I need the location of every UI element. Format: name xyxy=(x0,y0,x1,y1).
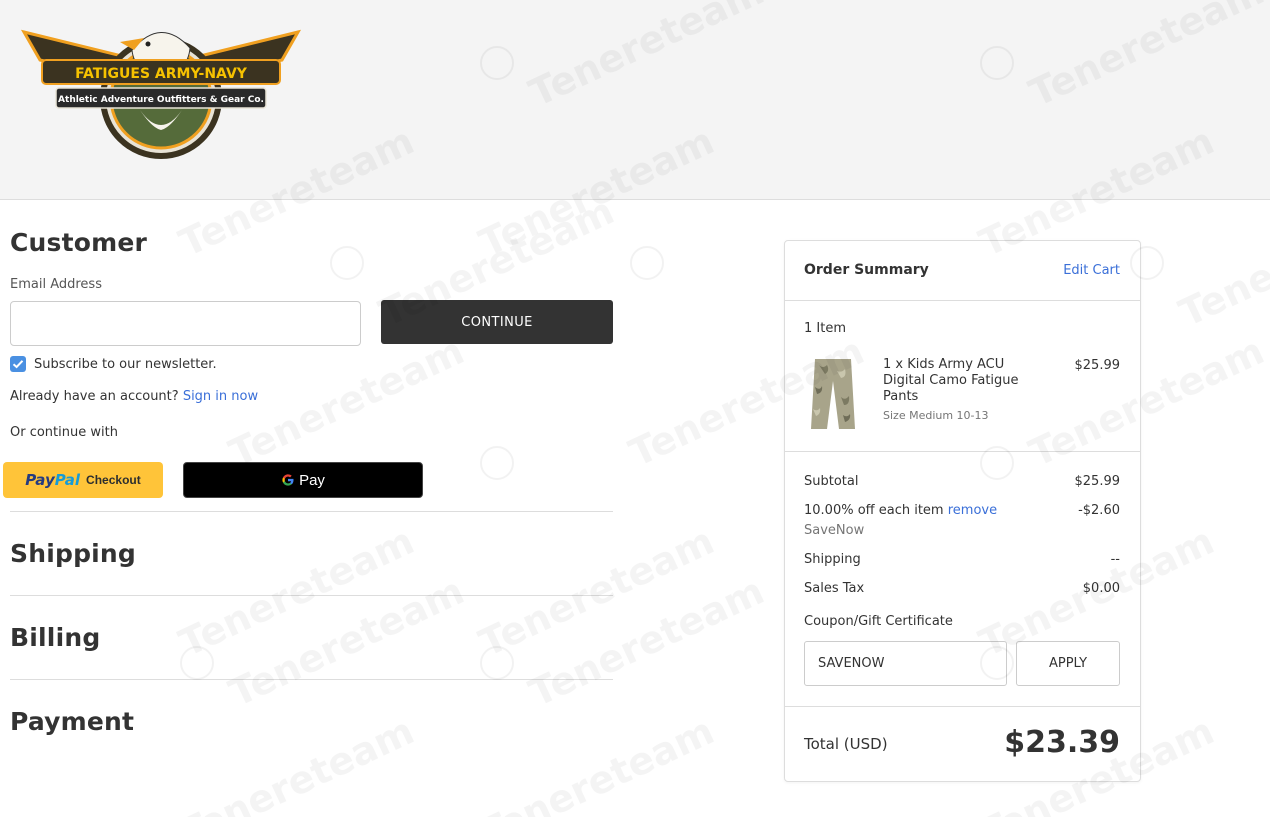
watermark-emblem-icon xyxy=(630,246,664,280)
watermark-text: Tenereteam xyxy=(1173,189,1270,336)
discount-value: -$2.60 xyxy=(1078,503,1120,518)
paypal-logo-icon: PayPal xyxy=(25,471,80,489)
customer-heading: Customer xyxy=(10,228,148,257)
watermark-text: Tenereteam xyxy=(523,569,771,716)
svg-text:FATIGUES ARMY-NAVY: FATIGUES ARMY-NAVY xyxy=(75,66,248,82)
shipping-label: Shipping xyxy=(804,552,861,567)
newsletter-checkbox[interactable] xyxy=(10,356,26,372)
order-summary-title: Order Summary xyxy=(804,262,929,278)
product-name-line: 1 x Kids Army ACU xyxy=(883,357,1005,372)
google-pay-button[interactable]: Pay xyxy=(183,462,423,498)
product-option: Size Medium 10-13 xyxy=(883,409,989,422)
watermark-emblem-icon xyxy=(180,646,214,680)
summary-divider xyxy=(785,706,1140,707)
google-pay-label: Pay xyxy=(299,471,325,489)
continue-button[interactable]: CONTINUE xyxy=(381,300,613,344)
product-name-line: Digital Camo Fatigue xyxy=(883,373,1019,388)
product-price: $25.99 xyxy=(1074,358,1121,373)
watermark-emblem-icon xyxy=(480,646,514,680)
section-divider xyxy=(10,679,613,680)
billing-heading[interactable]: Billing xyxy=(10,623,100,652)
sales-tax-value: $0.00 xyxy=(1082,581,1120,596)
shipping-value: -- xyxy=(1110,552,1120,567)
section-divider xyxy=(10,595,613,596)
summary-divider xyxy=(785,300,1140,301)
account-prompt: Already have an account? Sign in now xyxy=(10,389,258,404)
discount-text: 10.00% off each item xyxy=(804,503,944,518)
site-header: FATIGUES ARMY-NAVY Athletic Adventure Ou… xyxy=(0,0,1270,200)
product-name[interactable]: 1 x Kids Army ACU Digital Camo Fatigue P… xyxy=(883,357,1033,405)
paypal-pay-text: Pay xyxy=(25,471,55,489)
watermark-text: Tenereteam xyxy=(223,569,471,716)
watermark-text: Tenereteam xyxy=(473,519,721,666)
paypal-checkout-text: Checkout xyxy=(86,473,141,487)
store-logo[interactable]: FATIGUES ARMY-NAVY Athletic Adventure Ou… xyxy=(20,20,302,160)
watermark-emblem-icon xyxy=(480,446,514,480)
svg-text:Athletic Adventure Outfitters: Athletic Adventure Outfitters & Gear Co. xyxy=(58,95,264,105)
watermark-text: Tenereteam xyxy=(173,519,421,666)
discount-label: 10.00% off each item remove xyxy=(804,503,997,518)
email-label: Email Address xyxy=(10,277,102,292)
paypal-checkout-button[interactable]: PayPal Checkout xyxy=(3,462,163,498)
email-input[interactable] xyxy=(10,301,361,346)
discount-code: SaveNow xyxy=(804,523,865,538)
coupon-label: Coupon/Gift Certificate xyxy=(804,614,953,629)
edit-cart-link[interactable]: Edit Cart xyxy=(1063,263,1120,278)
watermark-text: Tenereteam xyxy=(173,709,421,817)
order-summary: Order Summary Edit Cart 1 Item 1 x Kids … xyxy=(784,240,1141,782)
paypal-pal-text: Pal xyxy=(54,471,81,489)
section-divider xyxy=(10,511,613,512)
google-g-icon xyxy=(282,474,294,486)
subtotal-value: $25.99 xyxy=(1074,474,1121,489)
summary-divider xyxy=(785,451,1140,452)
account-prompt-text: Already have an account? xyxy=(10,389,179,404)
sign-in-link[interactable]: Sign in now xyxy=(183,389,258,404)
watermark-emblem-icon xyxy=(330,246,364,280)
remove-discount-link[interactable]: remove xyxy=(948,503,997,518)
checkmark-icon xyxy=(12,360,24,369)
product-thumbnail[interactable] xyxy=(807,357,859,431)
newsletter-label: Subscribe to our newsletter. xyxy=(34,357,217,372)
or-continue-label: Or continue with xyxy=(10,425,118,440)
subtotal-label: Subtotal xyxy=(804,474,859,489)
shipping-heading[interactable]: Shipping xyxy=(10,539,136,568)
sales-tax-label: Sales Tax xyxy=(804,581,865,596)
product-name-line: Pants xyxy=(883,389,919,404)
item-count: 1 Item xyxy=(804,321,846,336)
watermark-text: Tenereteam xyxy=(473,709,721,817)
apply-coupon-button[interactable]: APPLY xyxy=(1016,641,1120,686)
coupon-input[interactable]: SAVENOW xyxy=(804,641,1007,686)
payment-heading[interactable]: Payment xyxy=(10,707,134,736)
total-value: $23.39 xyxy=(1004,725,1120,760)
total-label: Total (USD) xyxy=(804,735,888,753)
watermark-text: Tenereteam xyxy=(223,329,471,476)
